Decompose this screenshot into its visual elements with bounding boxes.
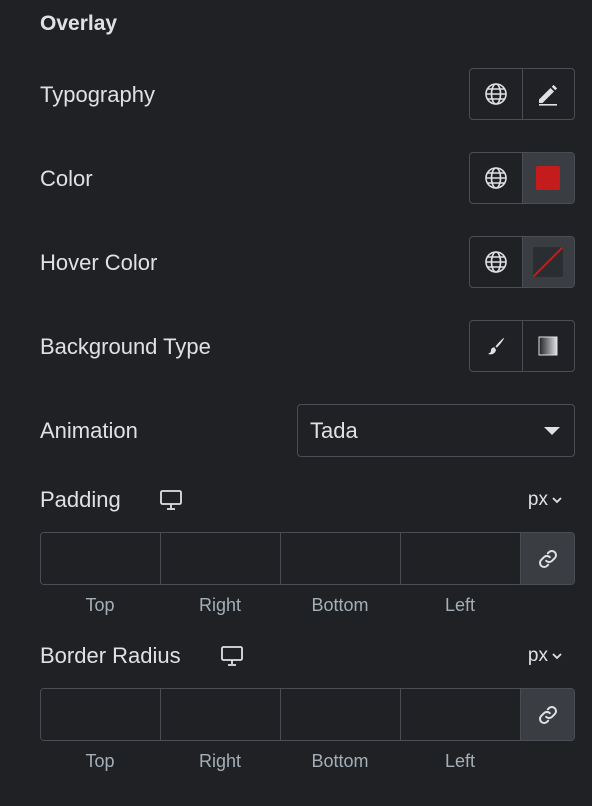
typography-label: Typography <box>40 82 155 107</box>
color-picker-button[interactable] <box>521 153 574 203</box>
padding-top-label: Top <box>85 595 115 615</box>
padding-left-input[interactable] <box>401 533 524 584</box>
hover-color-picker-button[interactable] <box>521 237 574 287</box>
hover-color-label: Hover Color <box>40 250 158 275</box>
padding-right-input[interactable] <box>161 533 284 584</box>
color-label: Color <box>40 166 93 191</box>
hover-color-global-button[interactable] <box>470 237 522 287</box>
color-global-button[interactable] <box>470 153 522 203</box>
padding-bottom-field[interactable] <box>281 533 404 584</box>
background-gradient-button[interactable] <box>521 321 575 371</box>
border-radius-left-input[interactable] <box>401 689 524 740</box>
caret-down-icon <box>544 427 560 435</box>
gradient-icon <box>538 336 558 356</box>
padding-inputs <box>40 532 575 585</box>
animation-label: Animation <box>40 418 138 443</box>
padding-left-field[interactable] <box>401 533 524 584</box>
typography-edit-button[interactable] <box>521 69 575 119</box>
link-icon <box>538 705 557 724</box>
border-radius-left-field[interactable] <box>401 689 524 740</box>
padding-left-label: Left <box>444 595 476 615</box>
border-radius-right-input[interactable] <box>161 689 284 740</box>
border-radius-field-labels: Top Right Bottom Left <box>40 751 520 772</box>
empty-color-swatch <box>533 247 564 277</box>
chevron-down-icon[interactable] <box>551 495 563 505</box>
padding-right-field[interactable] <box>161 533 284 584</box>
hover-color-controls <box>469 236 575 288</box>
animation-selected-value: Tada <box>310 417 358 443</box>
padding-unit-selector[interactable]: px <box>528 489 548 511</box>
chevron-down-icon[interactable] <box>551 651 563 661</box>
border-radius-unit-selector[interactable]: px <box>528 645 548 667</box>
padding-link-button[interactable] <box>521 533 574 584</box>
background-classic-button[interactable] <box>470 321 522 371</box>
border-radius-label: Border Radius <box>40 643 181 668</box>
border-radius-right-field[interactable] <box>161 689 284 740</box>
desktop-icon[interactable] <box>159 489 183 511</box>
overlay-panel: Overlay Typography Color Hover Color Bac… <box>0 0 592 806</box>
border-radius-bottom-field[interactable] <box>281 689 404 740</box>
background-type-label: Background Type <box>40 334 211 359</box>
globe-icon <box>484 167 507 189</box>
section-title: Overlay <box>40 12 118 35</box>
padding-right-label: Right <box>198 595 242 615</box>
border-radius-bottom-label: Bottom <box>311 751 369 771</box>
link-icon <box>538 549 557 568</box>
padding-field-labels: Top Right Bottom Left <box>40 595 520 616</box>
border-radius-right-label: Right <box>198 751 242 771</box>
padding-label: Padding <box>40 487 121 512</box>
border-radius-top-input[interactable] <box>41 689 164 740</box>
globe-icon <box>484 251 507 273</box>
padding-top-field[interactable] <box>41 533 164 584</box>
border-radius-inputs <box>40 688 575 741</box>
pencil-icon <box>539 84 558 106</box>
padding-top-input[interactable] <box>41 533 164 584</box>
typography-controls <box>469 68 575 120</box>
background-type-controls <box>469 320 575 372</box>
border-radius-left-label: Left <box>444 751 476 771</box>
color-controls <box>469 152 575 204</box>
border-radius-top-label: Top <box>85 751 115 771</box>
color-swatch <box>536 166 561 190</box>
border-radius-bottom-input[interactable] <box>281 689 404 740</box>
padding-bottom-input[interactable] <box>281 533 404 584</box>
typography-global-button[interactable] <box>470 69 522 119</box>
animation-select[interactable]: Tada <box>297 404 575 457</box>
desktop-icon[interactable] <box>220 645 244 667</box>
border-radius-link-button[interactable] <box>521 689 574 740</box>
globe-icon <box>484 83 507 105</box>
brush-icon <box>487 337 504 355</box>
padding-bottom-label: Bottom <box>311 595 369 615</box>
border-radius-top-field[interactable] <box>41 689 164 740</box>
